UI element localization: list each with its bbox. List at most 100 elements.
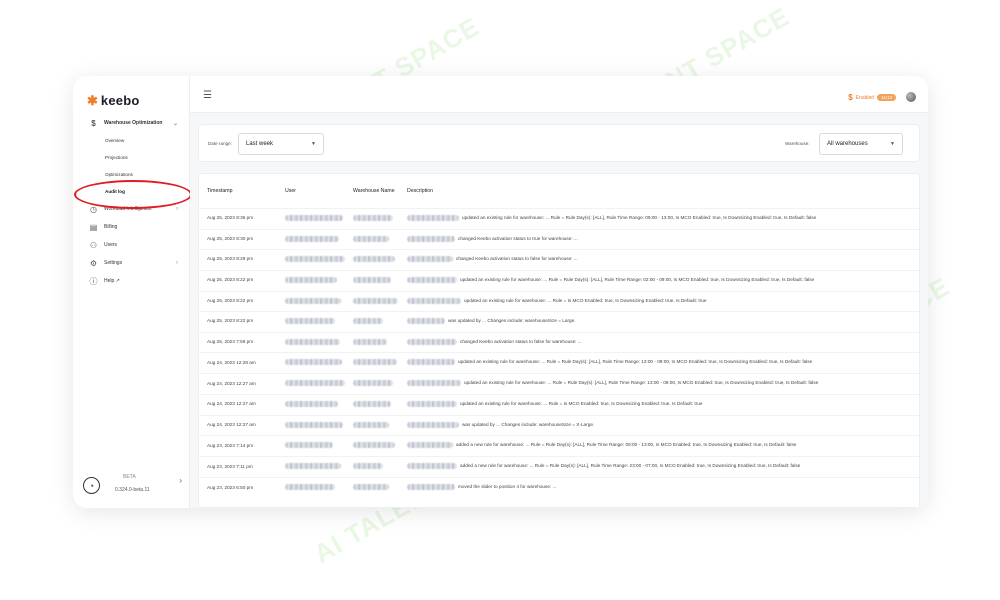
cell-user [277, 477, 345, 498]
description-text: updated an existing rule for warehouse: … [464, 297, 707, 303]
table-row[interactable]: Aug 23, 2023 7:11 pm added a new rule for… [199, 456, 919, 478]
table-row[interactable]: Aug 24, 2023 12:27 am was updated by ... … [199, 414, 919, 436]
description-text: added a new rule for warehouse: ... Rule… [456, 442, 797, 448]
table-row[interactable]: Aug 25, 2023 8:29 pm changed Keebo activa… [199, 249, 919, 270]
redacted-warehouse [353, 484, 389, 491]
redacted-actor [407, 256, 453, 263]
table-row[interactable]: Aug 25, 2023 8:36 pm updated an existing … [199, 207, 919, 229]
beta-label: BETA [123, 474, 136, 480]
redacted-user [285, 297, 341, 304]
cell-user [277, 394, 345, 415]
sidebar: ✱ keebo $ Warehouse Optimization ⌄ Overv… [73, 76, 192, 508]
sidebar-item-users[interactable]: ⚇ Users [73, 236, 190, 254]
cell-description: changed Keebo activation status to true … [399, 228, 919, 250]
cell-warehouse [345, 373, 399, 395]
cell-warehouse [345, 435, 399, 457]
cell-warehouse [345, 477, 399, 498]
cell-user [277, 249, 345, 270]
description-text: added a new rule for warehouse: ... Rule… [460, 463, 801, 469]
menu-icon[interactable]: ☰ [203, 90, 212, 101]
redacted-actor [407, 359, 455, 366]
cell-timestamp: Aug 25, 2023 8:29 pm [199, 249, 277, 270]
sidebar-footer[interactable]: ◔ BETA 0.324.0-beta.11 › [81, 472, 186, 502]
help-icon: ⓘ [89, 276, 98, 286]
redacted-warehouse [353, 297, 398, 304]
redacted-warehouse [353, 442, 395, 449]
description-text: updated an existing rule for warehouse: … [464, 380, 819, 386]
cell-user [277, 456, 345, 478]
chevron-down-icon: ⌄ [172, 120, 178, 127]
description-text: updated an existing rule for warehouse: … [462, 215, 817, 221]
sidebar-item-warehouse-optimization[interactable]: $ Warehouse Optimization ⌄ [73, 114, 190, 132]
table-row[interactable]: Aug 24, 2023 12:27 am updated an existing… [199, 373, 919, 395]
cell-timestamp: Aug 24, 2023 12:27 am [199, 373, 277, 395]
cell-warehouse [345, 352, 399, 374]
cell-timestamp: Aug 23, 2023 7:14 pm [199, 435, 277, 457]
cell-description: changed Keebo activation status to false… [399, 331, 919, 353]
logo[interactable]: ✱ keebo [87, 93, 139, 108]
sidebar-item-help[interactable]: ⓘ Help ↗ [73, 272, 190, 290]
cell-description: updated an existing rule for warehouse: … [399, 269, 919, 291]
warehouse-select[interactable]: All warehouses ▼ [819, 133, 903, 155]
redacted-user [285, 380, 345, 387]
table-row[interactable]: Aug 25, 2023 8:22 pm updated an existing … [199, 269, 919, 291]
table-row[interactable]: Aug 25, 2023 8:22 pm updated an existing … [199, 290, 919, 312]
enabled-status[interactable]: $ Enabled 11/13 [848, 93, 896, 102]
description-text: changed Keebo activation status to false… [456, 256, 578, 262]
table-row[interactable]: Aug 24, 2023 12:28 am updated an existing… [199, 352, 919, 374]
redacted-actor [407, 297, 461, 304]
sidebar-subitem-overview[interactable]: Overview [73, 132, 190, 149]
column-header-user[interactable]: User [277, 174, 345, 208]
annotation-circle [74, 180, 192, 209]
cell-description: updated an existing rule for warehouse: … [399, 290, 919, 312]
main-content: ☰ $ Enabled 11/13 Date range: Last week … [190, 76, 928, 508]
redacted-actor [407, 235, 455, 242]
sidebar-item-settings[interactable]: ⚙ Settings › [73, 254, 190, 272]
cell-warehouse [345, 290, 399, 312]
table-row[interactable]: Aug 25, 2023 8:22 pm was updated by ... C… [199, 311, 919, 332]
redacted-user [285, 442, 333, 449]
table-row[interactable]: Aug 25, 2023 7:59 pm changed Keebo activa… [199, 331, 919, 353]
cell-user [277, 414, 345, 436]
filter-bar: Date range: Last week ▼ Warehouse: All w… [198, 124, 920, 162]
table-row[interactable]: Aug 23, 2023 7:14 pm added a new rule for… [199, 435, 919, 457]
logo-text: keebo [100, 93, 140, 108]
table-row[interactable]: Aug 25, 2023 8:30 pm changed Keebo activa… [199, 228, 919, 250]
redacted-actor [407, 484, 455, 491]
cell-user [277, 269, 345, 291]
column-header-warehouse[interactable]: Warehouse Name [345, 174, 399, 208]
sidebar-item-billing[interactable]: ▤ Billing [73, 218, 190, 236]
cookie-icon: ◔ [83, 477, 100, 494]
table-row[interactable]: Aug 23, 2023 6:50 pm moved the slider to … [199, 477, 919, 498]
cell-user [277, 331, 345, 353]
sidebar-subitem-projections[interactable]: Projections [73, 149, 190, 166]
redacted-actor [407, 276, 457, 283]
redacted-actor [407, 463, 457, 470]
column-header-timestamp[interactable]: Timestamp [199, 174, 277, 208]
description-text: moved the slider to position 4 for wareh… [458, 484, 557, 490]
column-header-description[interactable]: Description [399, 174, 919, 208]
redacted-actor [407, 214, 459, 221]
cell-warehouse [345, 311, 399, 332]
caret-down-icon: ▼ [311, 141, 316, 147]
redacted-user [285, 421, 343, 428]
cell-timestamp: Aug 23, 2023 6:50 pm [199, 477, 277, 498]
redacted-warehouse [353, 318, 383, 325]
audit-log-table: Timestamp User Warehouse Name Descriptio… [199, 174, 919, 498]
cell-user [277, 290, 345, 312]
chevron-right-icon[interactable]: › [179, 476, 182, 485]
date-range-select[interactable]: Last week ▼ [238, 133, 324, 155]
cell-warehouse [345, 269, 399, 291]
cell-warehouse [345, 207, 399, 229]
redacted-warehouse [353, 380, 393, 387]
sidebar-item-label: Help ↗ [104, 278, 120, 284]
description-text: changed Keebo activation status to true … [458, 235, 578, 241]
description-text: was updated by ... Changes include: ware… [462, 421, 595, 427]
cell-timestamp: Aug 24, 2023 12:28 am [199, 352, 277, 374]
avatar[interactable] [906, 92, 916, 102]
redacted-user [285, 401, 338, 408]
cell-user [277, 228, 345, 250]
table-row[interactable]: Aug 24, 2023 12:27 am updated an existing… [199, 394, 919, 415]
redacted-warehouse [353, 421, 389, 428]
cell-user [277, 373, 345, 395]
